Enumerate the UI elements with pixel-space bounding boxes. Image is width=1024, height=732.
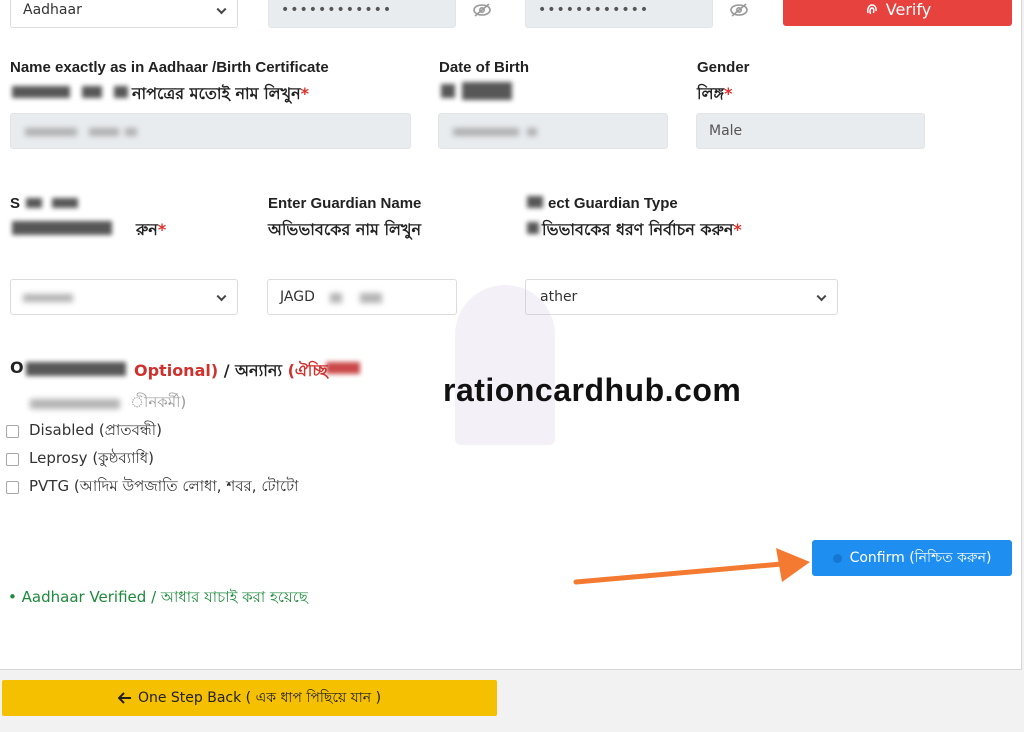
eye-slash-icon[interactable] [472, 3, 492, 17]
guardian-type-select[interactable]: ather [525, 279, 838, 315]
masked-value-1: •••••••••••• [281, 2, 393, 18]
redacted-text [26, 198, 42, 208]
name-input[interactable] [10, 113, 411, 149]
checkbox-label-leprosy: Leprosy (কুষ্ঠব্যাধি) [29, 449, 155, 467]
redacted-text [527, 222, 539, 234]
redacted-value [453, 128, 519, 136]
gender-input[interactable]: Male [696, 113, 925, 149]
id-type-select[interactable]: Aadhaar [10, 0, 238, 28]
chevron-down-icon [216, 4, 227, 15]
dob-input[interactable] [438, 113, 668, 149]
masked-number-field-2[interactable]: •••••••••••• [525, 0, 713, 28]
annotation-arrow-icon [573, 548, 810, 585]
guardian-name-value: JAGD [280, 289, 315, 305]
checkbox-icon[interactable] [6, 425, 19, 438]
redacted-text [82, 86, 102, 98]
verify-label: Verify [885, 0, 932, 19]
redacted-value [527, 128, 537, 136]
chevron-down-icon [816, 291, 827, 302]
guardian-type-label-bn: ভিভাবকের ধরণ নির্বাচন করুন* [542, 220, 742, 239]
arrow-left-icon [117, 692, 131, 704]
checkbox-icon[interactable] [6, 453, 19, 466]
redacted-text [462, 82, 512, 100]
checkbox-disabled[interactable]: Disabled (প্রাতবন্ধী) [6, 419, 162, 444]
back-label: One Step Back ( এক ধাপ পিছিয়ে যান ) [137, 690, 382, 706]
relation-label-en: S [10, 195, 21, 212]
checkbox-label-disabled: Disabled (প্রাতবন্ধী) [29, 421, 162, 439]
redacted-value [125, 128, 137, 136]
redacted-text [441, 84, 455, 98]
checkbox-label-1: ীনকর্মী) [130, 393, 187, 411]
guardian-name-input[interactable]: JAGD [267, 279, 457, 315]
relation-label-bn: রুন* [136, 220, 167, 239]
confirm-label: Confirm (নিশ্চিত করুন) [849, 550, 992, 566]
form-panel: Aadhaar •••••••••••• •••••••••••• Verify… [0, 0, 1022, 670]
masked-number-field-1[interactable]: •••••••••••• [268, 0, 456, 28]
redacted-text [12, 221, 112, 235]
aadhaar-verified-status: • Aadhaar Verified / আধার যাচাই করা হয়ে… [8, 586, 308, 611]
checkbox-icon[interactable] [6, 481, 19, 494]
status-text: Aadhaar Verified / আধার যাচাই করা হয়েছে [21, 588, 308, 606]
redacted-value [89, 128, 119, 136]
redacted-value [330, 293, 342, 303]
id-type-value: Aadhaar [23, 2, 82, 18]
redacted-text [527, 196, 543, 208]
name-label-bn: নাপত্রের মতোই নাম লিখুন* [132, 84, 310, 103]
redacted-text [326, 362, 360, 374]
gender-value: Male [709, 123, 743, 139]
status-bullet: • [8, 588, 17, 606]
verify-button[interactable]: Verify [783, 0, 1012, 26]
redacted-text [26, 362, 126, 376]
checkbox-leprosy[interactable]: Leprosy (কুষ্ঠব্যাধি) [6, 447, 154, 472]
other-section-label: O [10, 358, 24, 377]
dob-label-en: Date of Birth [439, 59, 529, 76]
spinner-icon [832, 553, 842, 563]
watermark-text: rationcardhub.com [443, 372, 742, 408]
relation-select[interactable] [10, 279, 238, 315]
redacted-text [30, 398, 120, 409]
guardian-name-label-en: Enter Guardian Name [268, 195, 422, 212]
checkbox-label-pvtg: PVTG (আদিম উপজাতি লোধা, শবর, টোটো [29, 477, 299, 495]
checkbox-pvtg[interactable]: PVTG (আদিম উপজাতি লোধা, শবর, টোটো [6, 475, 299, 500]
checkbox-item-1[interactable]: ীনকর্মী) [6, 391, 186, 416]
confirm-button[interactable]: Confirm (নিশ্চিত করুন) [812, 540, 1012, 576]
masked-value-2: •••••••••••• [538, 2, 650, 18]
redacted-value [25, 128, 77, 136]
redacted-value [360, 293, 382, 303]
guardian-type-value: ather [540, 289, 578, 305]
chevron-down-icon [216, 291, 227, 302]
redacted-text [114, 86, 128, 98]
redacted-text [52, 198, 78, 208]
eye-slash-icon-2[interactable] [729, 3, 749, 17]
gender-label-bn: লিঙ্গ* [697, 84, 733, 103]
other-section-optional: Optional) / অন্যান্য (ঐচ্ছি [134, 361, 328, 380]
guardian-type-label-en: ect Guardian Type [548, 195, 678, 212]
redacted-value [23, 294, 73, 302]
name-label-en: Name exactly as in Aadhaar /Birth Certif… [10, 59, 329, 76]
fingerprint-icon [866, 4, 877, 15]
gender-label-en: Gender [697, 59, 750, 76]
guardian-name-label-bn: অভিভাবকের নাম লিখুন [268, 220, 422, 239]
redacted-text [12, 86, 70, 98]
one-step-back-button[interactable]: One Step Back ( এক ধাপ পিছিয়ে যান ) [2, 680, 497, 716]
watermark-ghost-logo [455, 285, 555, 445]
